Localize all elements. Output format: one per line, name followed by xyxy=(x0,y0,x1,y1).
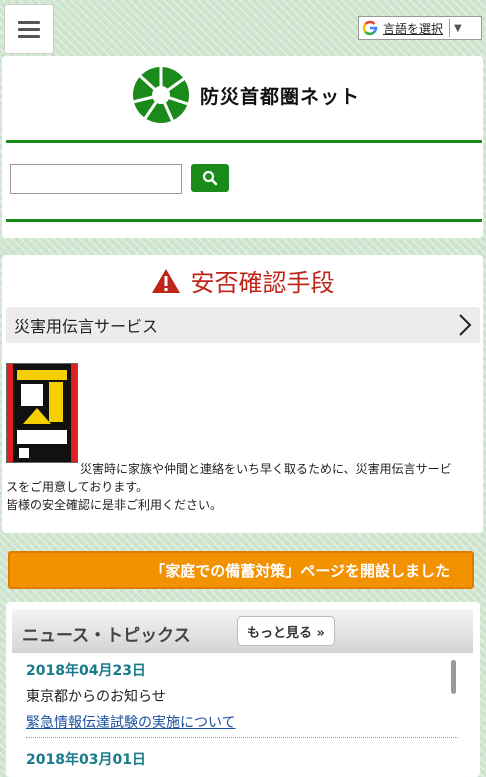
more-button[interactable]: もっと見る » xyxy=(237,616,335,646)
desc-line: 災害時に家族や仲間と連絡をいち早く取るために、災害用伝言サービ xyxy=(80,462,452,476)
menu-icon-bar xyxy=(18,27,40,31)
banner-text: 「家庭での備蓄対策」ページを開設しました xyxy=(150,561,450,580)
news-header: ニュース・トピックス もっと見る » xyxy=(12,609,473,653)
news-section: ニュース・トピックス もっと見る » 2018年04月23日 東京都からのお知ら… xyxy=(6,602,480,777)
stockpile-banner[interactable]: 「家庭での備蓄対策」ページを開設しました xyxy=(8,551,474,589)
menu-icon-bar xyxy=(18,34,40,38)
dropdown-arrow-icon: ▼ xyxy=(454,22,462,34)
header-card: 防災首都圏ネット xyxy=(2,56,483,238)
menu-icon-bar xyxy=(18,20,40,24)
news-item: 2018年04月23日 東京都からのお知らせ 緊急情報伝達試験の実施について xyxy=(26,660,236,732)
desc-line: 皆様の安全確認に是非ご利用ください。 xyxy=(6,498,223,512)
language-select-divider xyxy=(449,19,451,37)
safety-heading: 安否確認手段 xyxy=(2,263,483,298)
news-date: 2018年03月01日 xyxy=(26,752,146,768)
news-scrollbar[interactable] xyxy=(451,660,456,694)
disaster-message-service-link[interactable]: 災害用伝言サービス xyxy=(6,307,480,343)
news-source: 東京都からのお知らせ xyxy=(26,689,166,705)
service-label: 災害用伝言サービス xyxy=(14,317,159,336)
menu-button[interactable] xyxy=(4,4,54,54)
language-select[interactable]: 言語を選択 ▼ xyxy=(358,16,482,40)
news-title: ニュース・トピックス xyxy=(22,626,191,646)
header-divider xyxy=(6,140,482,143)
site-logo[interactable]: 防災首都圏ネット xyxy=(132,66,360,124)
news-date: 2018年04月23日 xyxy=(26,663,146,679)
google-icon xyxy=(359,20,381,36)
desc-line: スをご用意しております。 xyxy=(6,480,149,494)
search-input[interactable] xyxy=(10,164,182,194)
safety-heading-text: 安否確認手段 xyxy=(190,269,335,297)
more-button-label: もっと見る » xyxy=(247,625,325,641)
news-link[interactable]: 緊急情報伝達試験の実施について xyxy=(26,712,236,732)
safety-section: 安否確認手段 災害用伝言サービス 災害時に家族や仲間と連絡をいち早く取るために、… xyxy=(2,255,483,533)
news-item: 2018年03月01日 xyxy=(26,749,146,769)
language-select-label: 言語を選択 xyxy=(383,21,444,36)
news-divider xyxy=(26,737,458,738)
safety-description: 災害時に家族や仲間と連絡をいち早く取るために、災害用伝言サービ スをご用意してお… xyxy=(6,460,478,514)
search-icon xyxy=(202,170,218,186)
site-logo-icon xyxy=(132,66,189,123)
search-divider xyxy=(6,219,482,222)
site-name: 防災首都圏ネット xyxy=(200,85,361,108)
warning-icon xyxy=(151,268,180,293)
chevron-right-icon xyxy=(459,314,472,336)
search-button[interactable] xyxy=(191,164,229,192)
safety-poster-image[interactable] xyxy=(6,363,78,463)
